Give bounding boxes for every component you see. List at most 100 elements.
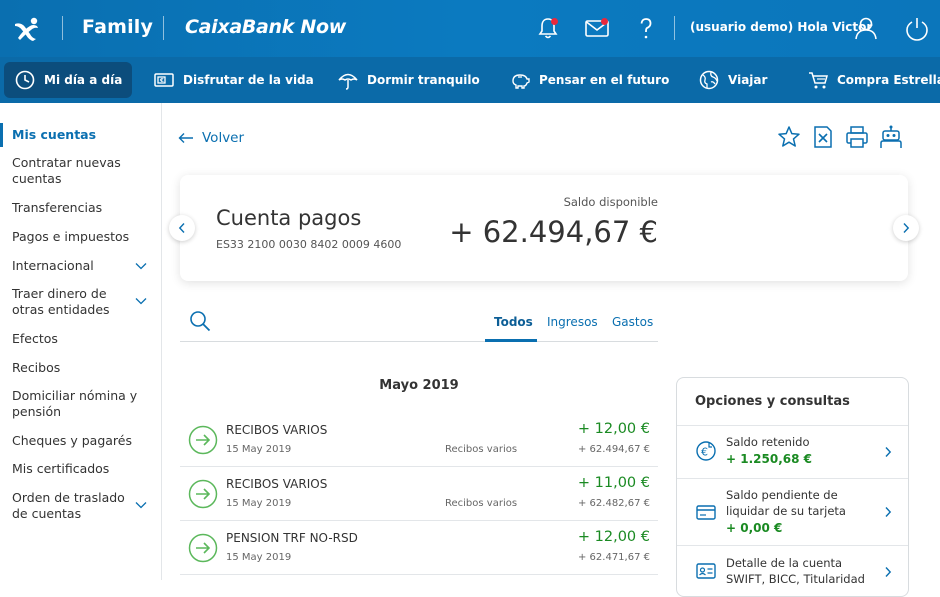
sidebar-item-efectos[interactable]: Efectos — [12, 331, 140, 347]
month-heading: Mayo 2019 — [379, 378, 459, 393]
bell-icon — [538, 18, 558, 39]
account-name: Cuenta pagos — [216, 206, 362, 230]
options-panel: Opciones y consultas € Saldo retenido + … — [676, 377, 909, 597]
incoming-arrow-icon — [188, 479, 218, 509]
brand-family[interactable]: Family — [82, 16, 153, 38]
header-divider — [674, 16, 675, 40]
sidebar-item-internacional[interactable]: Internacional — [12, 258, 140, 274]
sidebar-active-indicator — [0, 123, 3, 147]
nav-item-mi-dia-a-dia[interactable]: Mi día a día — [4, 62, 133, 98]
robot-icon[interactable] — [878, 124, 904, 150]
transaction-row[interactable]: RECIBOS VARIOS 15 May 2019 Recibos vario… — [180, 467, 658, 521]
movements-filter-bar: Todos Ingresos Gastos — [180, 305, 658, 342]
excel-icon[interactable] — [810, 124, 836, 150]
brand-caixabank-now[interactable]: CaixaBank Now — [185, 16, 346, 38]
clock-icon — [15, 70, 35, 90]
print-icon[interactable] — [844, 124, 870, 150]
prev-account-button[interactable] — [169, 215, 195, 241]
top-bar: Family CaixaBank Now (usuario demo) Hola… — [0, 0, 940, 57]
sidebar-item-contratar-nuevas-cuentas[interactable]: Contratar nuevas cuentas — [12, 155, 140, 187]
account-card: Cuenta pagos ES33 2100 0030 8402 0009 46… — [180, 175, 908, 281]
messages-button[interactable] — [583, 14, 611, 42]
nav-item-dormir-tranquilo[interactable]: Dormir tranquilo — [337, 57, 480, 103]
star-icon[interactable] — [776, 124, 802, 150]
chevron-left-icon — [178, 223, 185, 233]
main-nav: Mi día a día € Disfrutar de la vida Dorm… — [0, 57, 940, 103]
sidebar-item-traer-dinero[interactable]: Traer dinero de otras entidades — [12, 286, 134, 318]
transaction-title: PENSION TRF NO-RSD — [226, 531, 358, 545]
chevron-down-icon[interactable] — [135, 297, 147, 305]
incoming-arrow-icon — [188, 533, 218, 563]
cart-icon — [809, 72, 828, 89]
option-saldo-retenido[interactable]: € Saldo retenido + 1.250,68 € — [677, 425, 908, 478]
sidebar-item-domiciliar-nomina[interactable]: Domiciliar nómina y pensión — [12, 388, 140, 420]
back-label: Volver — [202, 130, 245, 146]
svg-text:€: € — [701, 446, 708, 459]
help-icon — [640, 18, 652, 39]
notifications-button[interactable] — [534, 14, 562, 42]
sidebar-item-cheques-y-pagares[interactable]: Cheques y pagarés — [12, 433, 140, 449]
sidebar-item-mis-cuentas[interactable]: Mis cuentas — [12, 127, 140, 143]
id-card-icon — [696, 563, 716, 579]
piggy-bank-icon — [512, 74, 530, 89]
transaction-balance: + 62.482,67 € — [578, 498, 650, 509]
transaction-title: RECIBOS VARIOS — [226, 477, 328, 491]
caixabank-star-logo-icon[interactable] — [12, 14, 42, 44]
transaction-row[interactable]: RECIBOS VARIOS 15 May 2019 Recibos vario… — [180, 413, 658, 467]
transaction-row[interactable]: PENSION TRF NO-RSD 15 May 2019 + 12,00 €… — [180, 521, 658, 575]
chevron-down-icon[interactable] — [135, 501, 147, 509]
money-card-icon: € — [154, 73, 174, 87]
umbrella-icon — [338, 73, 358, 90]
nav-label: Mi día a día — [44, 73, 123, 87]
sidebar-item-mis-certificados[interactable]: Mis certificados — [12, 461, 140, 477]
svg-text:€: € — [159, 78, 164, 84]
transaction-balance: + 62.494,67 € — [578, 444, 650, 455]
power-icon — [906, 18, 928, 41]
transaction-amount: + 12,00 € — [577, 529, 650, 545]
transaction-date: 15 May 2019 — [226, 552, 292, 563]
transaction-amount: + 12,00 € — [577, 421, 650, 437]
nav-label: Dormir tranquilo — [367, 73, 480, 87]
card-icon — [696, 505, 716, 520]
sidebar-item-recibos[interactable]: Recibos — [12, 360, 140, 376]
logout-button[interactable] — [903, 14, 931, 42]
profile-button[interactable] — [852, 14, 880, 42]
nav-item-viajar[interactable]: Viajar — [698, 57, 767, 103]
transaction-category: Recibos varios — [445, 444, 518, 455]
tab-ingresos[interactable]: Ingresos — [547, 315, 598, 329]
option-value: + 1.250,68 € — [726, 452, 812, 466]
option-label: Saldo pendiente de liquidar de su tarjet… — [726, 488, 846, 518]
option-detalle-cuenta[interactable]: Detalle de la cuenta SWIFT, BICC, Titula… — [677, 545, 908, 596]
transaction-date: 15 May 2019 — [226, 498, 292, 509]
option-label: Detalle de la cuenta SWIFT, BICC, Titula… — [726, 556, 865, 586]
sidebar: Mis cuentas Contratar nuevas cuentas Tra… — [0, 103, 162, 580]
sidebar-item-pagos-e-impuestos[interactable]: Pagos e impuestos — [12, 229, 140, 245]
active-tab-indicator — [485, 339, 537, 342]
search-icon[interactable] — [188, 309, 212, 333]
sidebar-item-transferencias[interactable]: Transferencias — [12, 200, 140, 216]
euro-clock-icon: € — [696, 441, 716, 461]
account-iban: ES33 2100 0030 8402 0009 4600 — [216, 238, 402, 251]
sidebar-item-orden-de-traslado[interactable]: Orden de traslado de cuentas — [12, 490, 140, 522]
transaction-date: 15 May 2019 — [226, 444, 292, 455]
user-icon — [855, 17, 877, 40]
chevron-right-icon — [903, 223, 910, 233]
transaction-amount: + 11,00 € — [577, 475, 650, 491]
help-button[interactable] — [632, 14, 660, 42]
tab-todos[interactable]: Todos — [494, 315, 533, 329]
tab-gastos[interactable]: Gastos — [612, 315, 653, 329]
notification-dot — [551, 18, 558, 25]
nav-item-compra-estrella[interactable]: Compra Estrella — [807, 57, 940, 103]
transaction-category: Recibos varios — [445, 498, 518, 509]
next-account-button[interactable] — [893, 215, 919, 241]
incoming-arrow-icon — [188, 425, 218, 455]
chevron-right-icon — [885, 567, 892, 577]
nav-item-pensar-en-el-futuro[interactable]: Pensar en el futuro — [509, 57, 669, 103]
nav-item-disfrutar-de-la-vida[interactable]: € Disfrutar de la vida — [153, 57, 314, 103]
chevron-right-icon — [885, 507, 892, 517]
header-divider — [163, 16, 164, 40]
back-link[interactable]: Volver — [178, 130, 244, 146]
option-saldo-pendiente-tarjeta[interactable]: Saldo pendiente de liquidar de su tarjet… — [677, 478, 908, 545]
chevron-down-icon[interactable] — [135, 262, 147, 270]
nav-label: Viajar — [728, 73, 768, 87]
